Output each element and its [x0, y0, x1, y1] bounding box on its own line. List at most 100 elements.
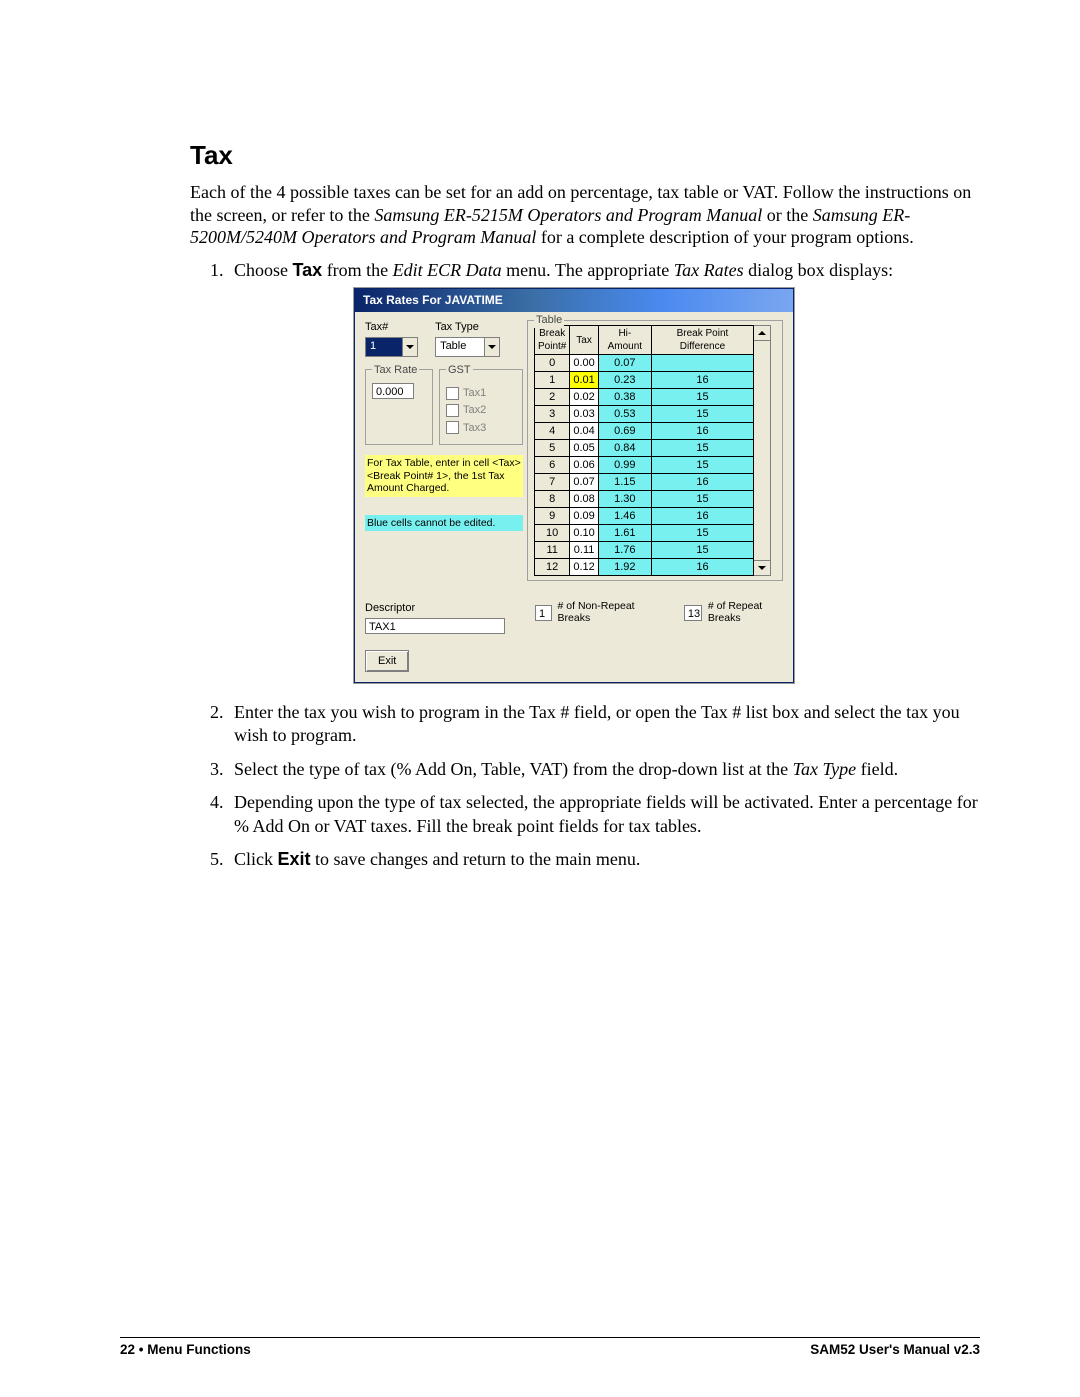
- cell-tax[interactable]: 0.05: [570, 440, 598, 457]
- chevron-down-icon[interactable]: [402, 338, 417, 356]
- row-number: 7: [535, 474, 570, 491]
- tax-rate-input[interactable]: 0.000: [372, 383, 414, 399]
- step-text: menu. The appropriate: [502, 260, 674, 280]
- repeat-group: 13 # of Repeat Breaks: [684, 601, 783, 624]
- cell-hiamount: 0.53: [598, 406, 651, 423]
- cell-tax[interactable]: 0.04: [570, 423, 598, 440]
- row-number: 8: [535, 491, 570, 508]
- tax-table[interactable]: Break Point# Tax Hi-Amount Break Point D…: [534, 325, 754, 576]
- cell-tax[interactable]: 0.11: [570, 542, 598, 559]
- gst-tax2[interactable]: Tax2: [446, 403, 516, 417]
- step-bold: Tax: [293, 260, 323, 280]
- intro-text3: for a complete description of your progr…: [536, 227, 913, 247]
- cell-diff: 15: [651, 491, 753, 508]
- table-row[interactable]: 120.121.9216: [535, 559, 754, 576]
- page-footer: 22 • Menu Functions SAM52 User's Manual …: [120, 1337, 980, 1357]
- footer-separator: •: [135, 1342, 147, 1357]
- cell-tax[interactable]: 0.08: [570, 491, 598, 508]
- cell-hiamount: 1.76: [598, 542, 651, 559]
- gst-label: Tax1: [463, 386, 486, 400]
- cell-tax[interactable]: 0.06: [570, 457, 598, 474]
- nonrepeat-input[interactable]: 1: [535, 605, 552, 621]
- gst-label: Tax2: [463, 403, 486, 417]
- table-row[interactable]: 60.060.9915: [535, 457, 754, 474]
- cell-tax[interactable]: 0.10: [570, 525, 598, 542]
- table-row[interactable]: 100.101.6115: [535, 525, 754, 542]
- checkbox-icon[interactable]: [446, 387, 459, 400]
- step-italic: Edit ECR Data: [393, 260, 502, 280]
- step-text: to save changes and return to the main m…: [311, 849, 641, 869]
- cell-tax[interactable]: 0.12: [570, 559, 598, 576]
- step-text: Choose: [234, 260, 293, 280]
- row-number: 4: [535, 423, 570, 440]
- intro-text2: or the: [762, 205, 812, 225]
- cell-hiamount: 0.84: [598, 440, 651, 457]
- help-cyan: Blue cells cannot be edited.: [365, 515, 523, 532]
- gst-tax1[interactable]: Tax1: [446, 386, 516, 400]
- footer-section: Menu Functions: [147, 1342, 251, 1357]
- cell-tax[interactable]: 0.00: [570, 355, 598, 372]
- cell-hiamount: 1.46: [598, 508, 651, 525]
- scroll-down-icon[interactable]: [754, 560, 770, 575]
- col-hiamount: Hi-Amount: [598, 326, 651, 355]
- repeat-input[interactable]: 13: [684, 605, 702, 621]
- steps-list: Choose Tax from the Edit ECR Data menu. …: [190, 259, 980, 872]
- intro-ref1: Samsung ER-5215M Operators and Program M…: [374, 205, 762, 225]
- row-number: 11: [535, 542, 570, 559]
- dialog-titlebar: Tax Rates For JAVATIME: [355, 289, 793, 313]
- table-row[interactable]: 70.071.1516: [535, 474, 754, 491]
- taxnum-combo[interactable]: 1: [365, 337, 418, 357]
- step-italic: Tax Type: [793, 759, 857, 779]
- gst-legend: GST: [446, 363, 473, 377]
- cell-diff: 16: [651, 559, 753, 576]
- cell-diff: 15: [651, 457, 753, 474]
- cell-diff: 15: [651, 542, 753, 559]
- cell-tax[interactable]: 0.02: [570, 389, 598, 406]
- table-row[interactable]: 80.081.3015: [535, 491, 754, 508]
- cell-tax[interactable]: 0.07: [570, 474, 598, 491]
- row-number: 2: [535, 389, 570, 406]
- descriptor-input[interactable]: TAX1: [365, 618, 505, 634]
- checkbox-icon[interactable]: [446, 404, 459, 417]
- gst-tax3[interactable]: Tax3: [446, 421, 516, 435]
- table-row[interactable]: 10.010.2316: [535, 372, 754, 389]
- chevron-down-icon[interactable]: [484, 338, 499, 356]
- row-number: 0: [535, 355, 570, 372]
- table-row[interactable]: 40.040.6916: [535, 423, 754, 440]
- gst-label: Tax3: [463, 421, 486, 435]
- row-number: 1: [535, 372, 570, 389]
- row-number: 5: [535, 440, 570, 457]
- checkbox-icon[interactable]: [446, 421, 459, 434]
- table-row[interactable]: 30.030.5315: [535, 406, 754, 423]
- cell-tax[interactable]: 0.01: [570, 372, 598, 389]
- cell-diff: 16: [651, 508, 753, 525]
- step-3: Select the type of tax (% Add On, Table,…: [228, 758, 980, 781]
- tax-rate-legend: Tax Rate: [372, 363, 419, 377]
- table-row[interactable]: 110.111.7615: [535, 542, 754, 559]
- table-row[interactable]: 50.050.8415: [535, 440, 754, 457]
- nonrepeat-group: 1 # of Non-Repeat Breaks: [535, 601, 654, 624]
- cell-tax[interactable]: 0.03: [570, 406, 598, 423]
- cell-diff: [651, 355, 753, 372]
- footer-page-number: 22: [120, 1342, 135, 1357]
- cell-diff: 15: [651, 525, 753, 542]
- cell-tax[interactable]: 0.09: [570, 508, 598, 525]
- exit-button[interactable]: Exit: [365, 650, 409, 672]
- taxtype-combo[interactable]: Table: [435, 337, 500, 357]
- row-number: 9: [535, 508, 570, 525]
- table-row[interactable]: 00.000.07: [535, 355, 754, 372]
- taxtype-label: Tax Type: [435, 320, 500, 334]
- scrollbar[interactable]: [754, 325, 771, 576]
- table-row[interactable]: 20.020.3815: [535, 389, 754, 406]
- cell-diff: 15: [651, 406, 753, 423]
- step-text: Click: [234, 849, 278, 869]
- step-5: Click Exit to save changes and return to…: [228, 848, 980, 871]
- scroll-up-icon[interactable]: [754, 326, 770, 341]
- cell-hiamount: 0.69: [598, 423, 651, 440]
- cell-diff: 16: [651, 423, 753, 440]
- row-number: 6: [535, 457, 570, 474]
- table-row[interactable]: 90.091.4616: [535, 508, 754, 525]
- row-number: 3: [535, 406, 570, 423]
- step-2: Enter the tax you wish to program in the…: [228, 701, 980, 748]
- cell-diff: 15: [651, 440, 753, 457]
